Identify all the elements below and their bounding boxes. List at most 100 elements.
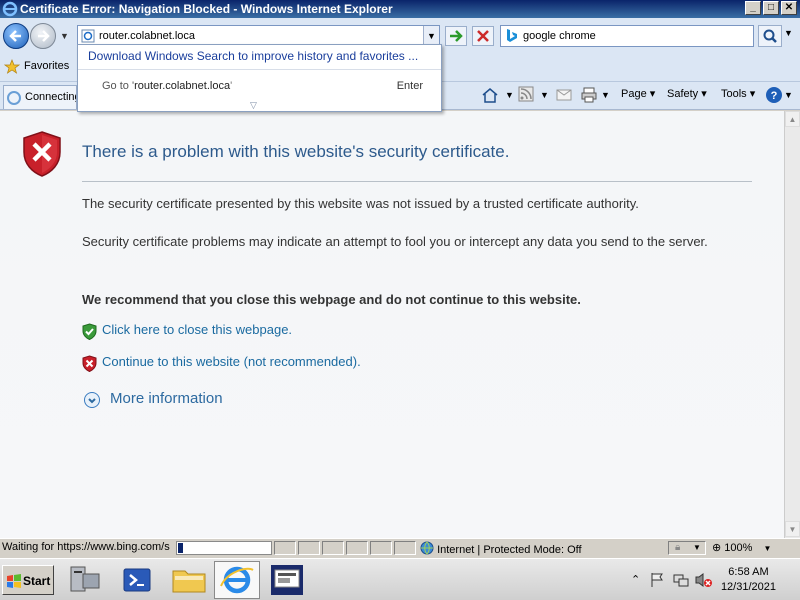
page-menu[interactable]: Page ▾ [621, 87, 655, 100]
internet-explorer-button[interactable] [214, 561, 260, 599]
search-button[interactable] [758, 25, 782, 47]
stop-button[interactable] [472, 26, 494, 46]
page-menu-label: Page [621, 88, 647, 100]
ie-logo-icon [2, 1, 18, 17]
print-icon[interactable] [580, 86, 598, 104]
recommendation-text: We recommend that you close this webpage… [82, 292, 581, 307]
help-dropdown-icon[interactable]: ▼ [784, 90, 793, 100]
continue-website-link[interactable]: Continue to this website (not recommende… [82, 354, 402, 372]
file-explorer-button[interactable] [166, 561, 212, 599]
minimize-button[interactable]: _ [745, 1, 761, 15]
address-dropdown-icon[interactable]: ▼ [423, 26, 439, 46]
globe-icon [420, 541, 434, 555]
tab-label: Connecting... [25, 91, 76, 103]
expand-dropdown-icon[interactable]: ▽ [250, 100, 257, 111]
goto-suffix: ' [230, 80, 233, 92]
expand-chevron-icon [84, 392, 100, 408]
search-options-dropdown-icon[interactable]: ▼ [784, 28, 793, 38]
folder-icon [172, 570, 206, 593]
home-icon[interactable] [481, 86, 499, 104]
recent-pages-dropdown-icon[interactable]: ▼ [60, 31, 69, 41]
internet-explorer-icon [220, 566, 254, 594]
status-pane [394, 541, 416, 555]
network-icon[interactable] [673, 572, 689, 588]
status-pane [370, 541, 392, 555]
close-webpage-label[interactable]: Click here to close this webpage. [102, 322, 292, 337]
server-manager-button[interactable] [62, 561, 108, 599]
status-text: Waiting for https://www.bing.com/s [2, 541, 170, 553]
security-zone-label: Internet | Protected Mode: Off [437, 544, 582, 556]
start-label: Start [23, 574, 51, 588]
go-arrow-icon [450, 30, 463, 42]
title-bar: Certificate Error: Navigation Blocked - … [0, 0, 800, 18]
forward-button[interactable] [30, 23, 56, 49]
maximize-button[interactable]: □ [763, 1, 779, 15]
scroll-down-icon[interactable]: ▼ [785, 521, 800, 537]
status-pane [274, 541, 296, 555]
remote-desktop-button[interactable] [264, 561, 310, 599]
safety-menu[interactable]: Safety ▾ [667, 87, 707, 100]
show-hidden-icons-icon[interactable]: ⌃ [631, 573, 640, 586]
zoom-icon: ⊕ [712, 542, 722, 554]
vertical-scrollbar[interactable]: ▲ ▼ [784, 111, 800, 538]
bing-icon [507, 29, 517, 42]
shield-error-icon [23, 131, 61, 177]
svg-text:?: ? [771, 90, 778, 102]
more-information-toggle[interactable]: More information [84, 390, 244, 410]
address-text[interactable]: router.colabnet.loca [99, 30, 195, 42]
status-pane [298, 541, 320, 555]
windows-search-promo-link[interactable]: Download Windows Search to improve histo… [88, 49, 418, 63]
action-center-flag-icon[interactable] [649, 572, 665, 588]
zoom-dropdown-icon[interactable]: ▼ [763, 544, 771, 553]
address-autocomplete-dropdown: Download Windows Search to improve histo… [77, 44, 442, 112]
clock-date: 12/31/2021 [720, 581, 776, 593]
search-input[interactable]: google chrome [500, 25, 754, 47]
print-dropdown-icon[interactable]: ▼ [601, 90, 610, 100]
dropdown-divider [78, 69, 441, 70]
zoom-control[interactable]: ⊕ 100% ▼ [712, 541, 771, 554]
windows-flag-icon [7, 574, 21, 588]
search-icon [763, 29, 777, 43]
scroll-up-icon[interactable]: ▲ [785, 111, 800, 127]
clock-time: 6:58 AM [728, 566, 769, 578]
read-mail-icon[interactable] [556, 88, 572, 102]
status-pane [346, 541, 368, 555]
clock[interactable]: 6:58 AM 12/31/2021 [721, 565, 776, 595]
protected-mode-pane[interactable]: 🔒︎ ▼ [668, 541, 706, 555]
enter-hint: Enter [396, 80, 423, 92]
cert-warning-text: Security certificate problems may indica… [82, 234, 708, 249]
tab-connecting[interactable]: Connecting... [3, 85, 77, 109]
security-zone[interactable]: Internet | Protected Mode: Off [420, 541, 582, 556]
lock-icon: 🔒︎ [675, 542, 681, 553]
favorites-star-icon [4, 59, 20, 74]
help-icon[interactable]: ? [765, 86, 783, 104]
more-information-label[interactable]: More information [110, 390, 223, 407]
search-text[interactable]: google chrome [523, 30, 596, 42]
volume-muted-icon[interactable] [695, 572, 713, 588]
window-title: Certificate Error: Navigation Blocked - … [20, 2, 393, 16]
go-button[interactable] [445, 26, 467, 46]
home-dropdown-icon[interactable]: ▼ [505, 90, 514, 100]
powershell-button[interactable] [114, 561, 160, 599]
start-button[interactable]: Start [2, 565, 54, 595]
cert-issue-text: The security certificate presented by th… [82, 196, 639, 211]
status-bar: Waiting for https://www.bing.com/s Inter… [0, 538, 800, 556]
shield-check-icon [82, 323, 97, 340]
close-window-button[interactable]: ✕ [781, 1, 797, 15]
safety-menu-label: Safety [667, 88, 699, 100]
close-webpage-link[interactable]: Click here to close this webpage. [82, 322, 332, 340]
back-button[interactable] [3, 23, 29, 49]
loading-progress-bar [176, 541, 272, 555]
stop-x-icon [477, 30, 489, 42]
tools-menu[interactable]: Tools ▾ [721, 87, 755, 100]
protected-mode-dropdown-icon[interactable]: ▼ [693, 543, 701, 552]
status-pane [322, 541, 344, 555]
goto-suggestion[interactable]: Go to 'router.colabnet.loca' [102, 80, 232, 92]
feeds-icon[interactable] [518, 86, 534, 102]
continue-website-label[interactable]: Continue to this website (not recommende… [102, 354, 361, 369]
forward-arrow-icon [38, 30, 50, 42]
back-arrow-icon [9, 30, 21, 42]
favorites-button[interactable]: Favorites [24, 60, 69, 72]
shield-x-icon [82, 355, 97, 372]
feeds-dropdown-icon[interactable]: ▼ [540, 90, 549, 100]
